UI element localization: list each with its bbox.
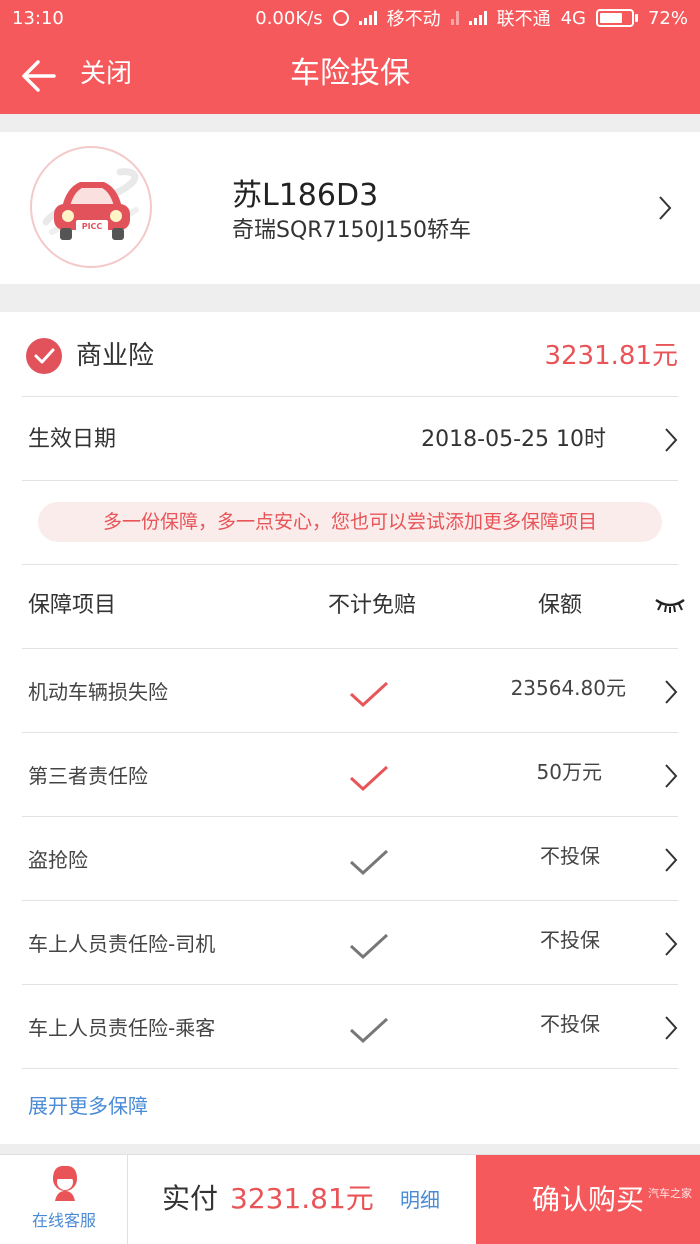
nav-bar: 关闭 车险投保 [0,36,700,114]
commercial-label: 商业险 [76,341,155,371]
net-speed: 0.00K/s [255,7,323,29]
header-amount: 保额 [538,593,583,618]
divider [22,732,678,733]
customer-service-button[interactable]: 在线客服 [0,1155,128,1244]
picc-car-logo: PICC [30,146,152,268]
vehicle-model: 奇瑞SQR7150J150轿车 [232,218,472,243]
coverage-amount: 不投保 [540,1012,600,1036]
chevron-right-icon[interactable] [658,195,672,221]
insurance-panel: 商业险 3231.81元 生效日期 2018-05-25 10时 多一份保障，多… [0,312,700,1144]
vehicle-card[interactable]: PICC 苏L186D3 奇瑞SQR7150J150轿车 [0,132,700,284]
battery-percent: 72% [647,7,688,29]
signal-weak-icon [450,11,459,25]
divider [22,816,678,817]
commercial-checkbox[interactable] [26,338,62,374]
commercial-price: 3231.81元 [544,341,678,371]
eye-closed-icon[interactable] [654,596,686,614]
header-coverage-item: 保障项目 [28,593,117,618]
signal-icon-2 [468,11,487,25]
divider [22,480,678,481]
divider [22,900,678,901]
coverage-name: 盗抢险 [28,848,88,872]
confirm-buy-label: 确认购买 [531,1183,644,1216]
check-icon [34,348,55,364]
chevron-right-icon[interactable] [664,931,678,957]
chevron-right-icon[interactable] [664,427,678,453]
pay-amount: 3231.81元 [230,1182,374,1215]
check-icon[interactable] [348,1015,390,1045]
chevron-right-icon[interactable] [664,1015,678,1041]
coverage-name: 车上人员责任险-乘客 [28,1016,216,1040]
chevron-right-icon[interactable] [664,847,678,873]
coverage-amount: 不投保 [540,928,600,952]
status-time: 13:10 [12,7,64,29]
detail-link[interactable]: 明细 [400,1183,440,1217]
coverage-amount: 不投保 [540,844,600,868]
coverage-amount: 23564.80元 [510,676,626,700]
alarm-icon [332,10,349,26]
status-indicators: 0.00K/s 移不动 联不通 4G 72% [255,5,688,31]
plate-number: 苏L186D3 [232,178,379,213]
customer-service-icon [53,1165,77,1201]
check-icon[interactable] [348,679,390,709]
pay-prefix: 实付 [162,1182,219,1215]
divider [22,648,678,649]
coverage-amount: 50万元 [536,760,602,784]
page-title: 车险投保 [290,56,410,91]
bottom-bar: 在线客服 实付 3231.81元 明细 确认购买 汽车之家 [0,1154,700,1244]
expand-more-link[interactable]: 展开更多保障 [28,1086,148,1126]
tip-banner: 多一份保障，多一点安心，您也可以尝试添加更多保障项目 [38,502,662,542]
coverage-name: 机动车辆损失险 [28,680,168,704]
effective-date-value[interactable]: 2018-05-25 10时 [421,420,606,460]
network-type: 4G [560,7,586,29]
divider [22,564,678,565]
customer-service-label: 在线客服 [31,1211,96,1230]
chevron-right-icon[interactable] [664,679,678,705]
divider [22,1068,678,1069]
check-icon[interactable] [348,763,390,793]
watermark: 汽车之家 [648,1187,692,1200]
header-no-deductible: 不计免赔 [328,593,417,618]
battery-icon [595,9,638,27]
divider [22,396,678,397]
coverage-name: 车上人员责任险-司机 [28,932,216,956]
carrier-1: 移不动 [386,9,441,30]
chevron-right-icon[interactable] [664,763,678,789]
status-bar: 13:10 0.00K/s 移不动 联不通 4G 72% [0,0,700,36]
coverage-name: 第三者责任险 [28,764,148,788]
logo-text: PICC [82,222,103,231]
check-icon[interactable] [348,931,390,961]
confirm-buy-button[interactable]: 确认购买 汽车之家 [476,1155,700,1244]
signal-icon [358,11,377,25]
check-icon[interactable] [348,847,390,877]
effective-date-label: 生效日期 [28,427,117,452]
carrier-2: 联不通 [496,9,551,30]
divider [22,984,678,985]
